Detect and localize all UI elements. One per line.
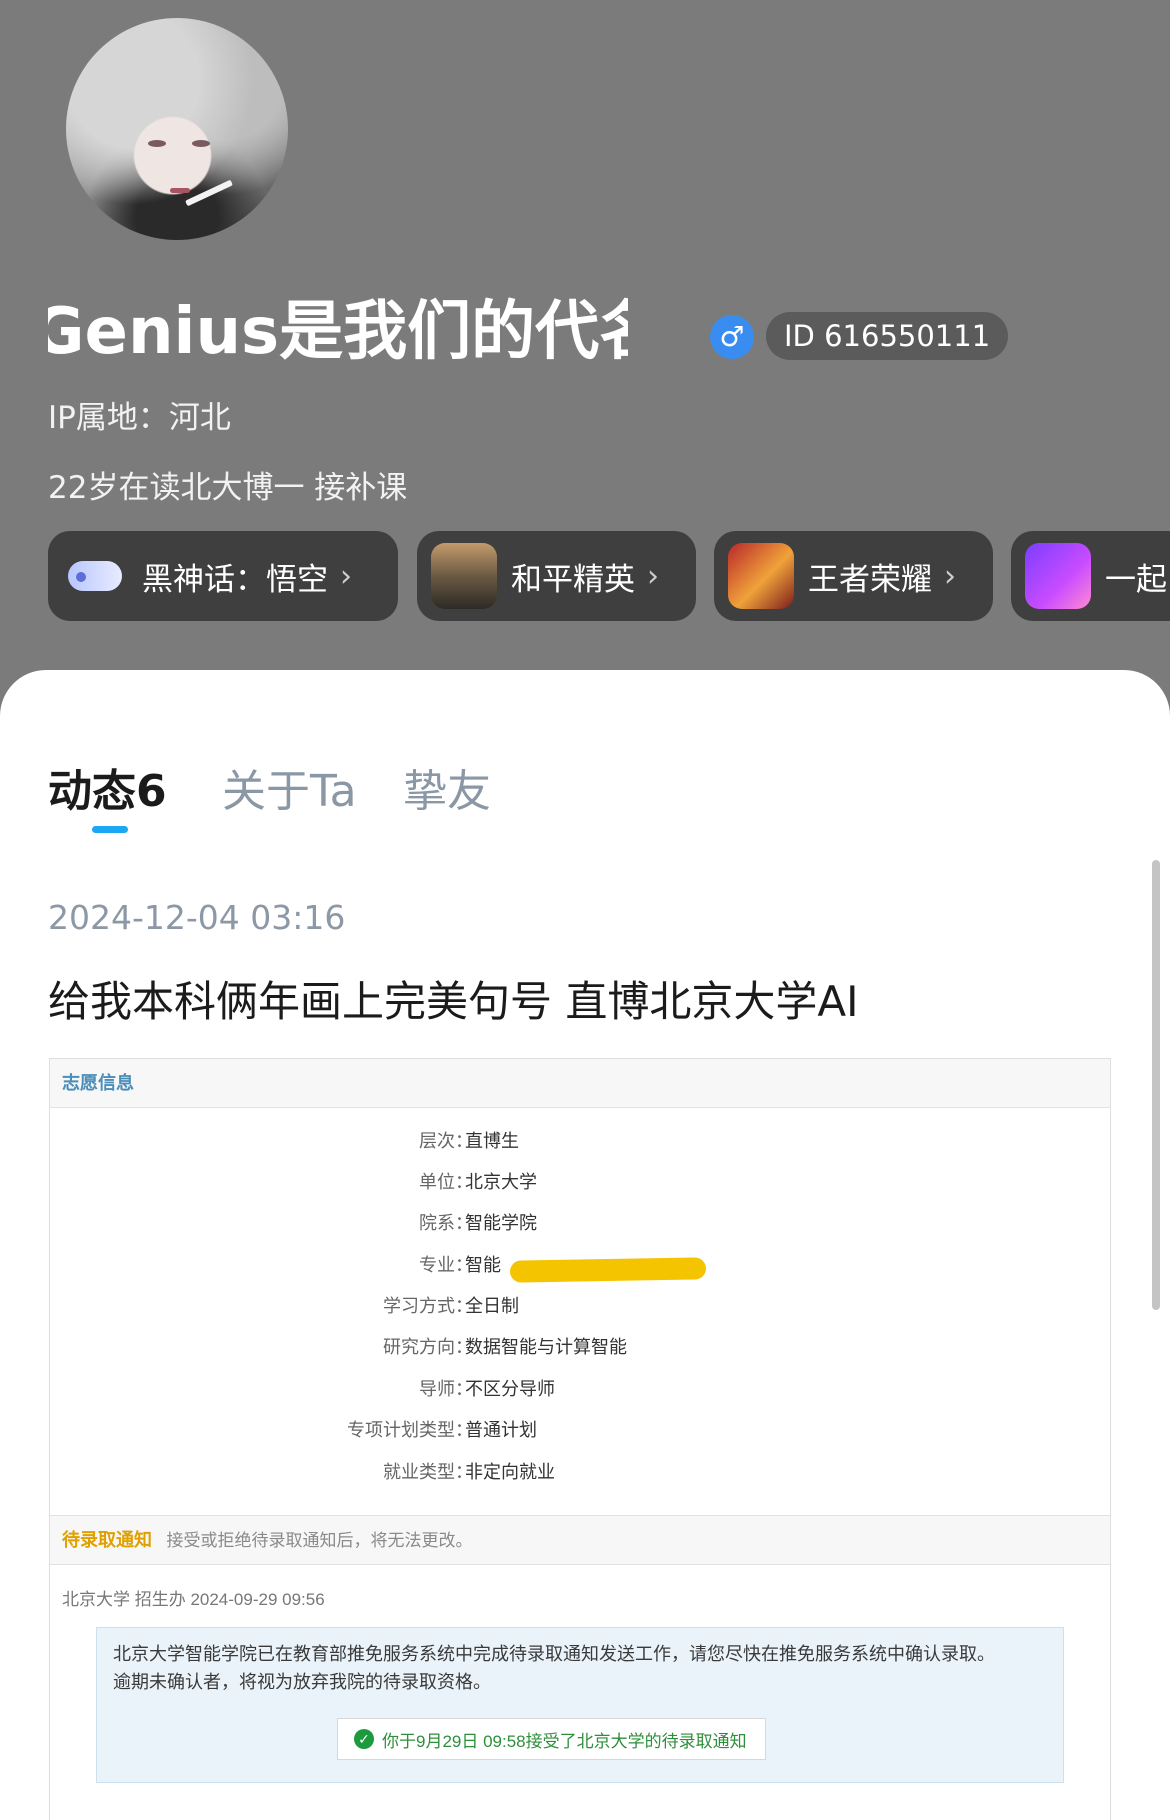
field-value: 数据智能与计算智能 bbox=[465, 1337, 627, 1357]
profile-content-sheet: 动态6 关于Ta 挚友 2024-12-04 03:16 给我本科俩年画上完美句… bbox=[0, 670, 1170, 1820]
peace-elite-game-icon bbox=[431, 543, 497, 609]
redaction-mark bbox=[509, 1257, 707, 1283]
username: Genius是我们的代名词 bbox=[48, 295, 628, 369]
post-image[interactable]: 志愿信息 层次： 直博生 单位： 北京大学 院系： 智能学院 专业： 智能 学习… bbox=[49, 1058, 1111, 1820]
notice-title: 待录取通知 bbox=[62, 1530, 152, 1550]
field-value: 北京大学 bbox=[465, 1172, 537, 1192]
tab-close-friends[interactable]: 挚友 bbox=[403, 762, 491, 822]
game-chip-label: 王者荣耀 bbox=[808, 561, 932, 598]
chevron-right-icon: › bbox=[647, 558, 659, 594]
user-id-badge[interactable]: ID 616550111 bbox=[766, 312, 1009, 360]
admission-message-box: 北京大学智能学院已在教育部推免服务系统中完成待录取通知发送工作，请您尽快在推免服… bbox=[96, 1627, 1064, 1783]
field-key: 就业类型： bbox=[383, 1462, 473, 1482]
tab-about[interactable]: 关于Ta bbox=[222, 762, 357, 822]
message-line: 北京大学智能学院已在教育部推免服务系统中完成待录取通知发送工作，请您尽快在推免服… bbox=[113, 1644, 995, 1664]
field-value: 不区分导师 bbox=[465, 1379, 555, 1399]
scrollbar[interactable] bbox=[1152, 860, 1160, 1310]
accepted-status-badge: ✓ 你于9月29日 09:58接受了北京大学的待录取通知 bbox=[337, 1718, 766, 1760]
section-header: 志愿信息 bbox=[50, 1059, 1110, 1108]
game-chip-black-myth-wukong[interactable]: 黑神话：悟空 › bbox=[48, 531, 398, 621]
game-chip-honor-of-kings[interactable]: 王者荣耀 › bbox=[714, 531, 993, 621]
avatar-cigarette bbox=[185, 179, 233, 207]
field-value: 直博生 bbox=[465, 1131, 519, 1151]
post-timestamp: 2024-12-04 03:16 bbox=[48, 898, 346, 937]
field-value: 非定向就业 bbox=[465, 1462, 555, 1482]
tab-posts[interactable]: 动态6 bbox=[48, 762, 167, 822]
user-bio: 22岁在读北大博一 接补课 bbox=[48, 470, 408, 506]
avatar-mouth bbox=[170, 188, 190, 193]
field-value: 普通计划 bbox=[465, 1420, 537, 1440]
post-text: 给我本科俩年画上完美句号 直博北京大学AI bbox=[48, 977, 859, 1026]
field-key: 学习方式： bbox=[383, 1296, 473, 1316]
chevron-right-icon: › bbox=[340, 558, 352, 594]
ip-location: IP属地：河北 bbox=[48, 400, 231, 436]
avatar-eyes bbox=[144, 140, 214, 150]
pending-admission-notice-bar: 待录取通知 接受或拒绝待录取通知后，将无法更改。 bbox=[50, 1515, 1110, 1565]
active-tab-indicator bbox=[92, 826, 128, 833]
field-value: 智能 bbox=[465, 1255, 501, 1275]
game-chip-label: 黑神话：悟空 bbox=[142, 561, 328, 598]
field-key: 研究方向： bbox=[383, 1337, 473, 1357]
game-chip-together[interactable]: 一起 bbox=[1011, 531, 1170, 621]
game-chip-label: 和平精英 bbox=[511, 561, 635, 598]
check-circle-icon: ✓ bbox=[354, 1729, 374, 1749]
field-key: 专项计划类型： bbox=[347, 1420, 473, 1440]
message-sender-line: 北京大学 招生办 2024-09-29 09:56 bbox=[62, 1590, 325, 1609]
party-game-icon bbox=[1025, 543, 1091, 609]
field-value: 全日制 bbox=[465, 1296, 519, 1316]
message-line: 逾期未确认者，将视为放弃我院的待录取资格。 bbox=[113, 1672, 491, 1692]
male-gender-icon: ♂ bbox=[710, 315, 754, 359]
game-chip-label: 一起 bbox=[1105, 561, 1167, 598]
game-chip-peace-elite[interactable]: 和平精英 › bbox=[417, 531, 696, 621]
avatar[interactable] bbox=[66, 18, 288, 240]
notice-subtitle: 接受或拒绝待录取通知后，将无法更改。 bbox=[166, 1531, 473, 1550]
accepted-text: 你于9月29日 09:58接受了北京大学的待录取通知 bbox=[382, 1731, 747, 1751]
field-value: 智能学院 bbox=[465, 1213, 537, 1233]
gamepad-icon bbox=[62, 543, 128, 609]
honor-of-kings-game-icon bbox=[728, 543, 794, 609]
chevron-right-icon: › bbox=[944, 558, 956, 594]
